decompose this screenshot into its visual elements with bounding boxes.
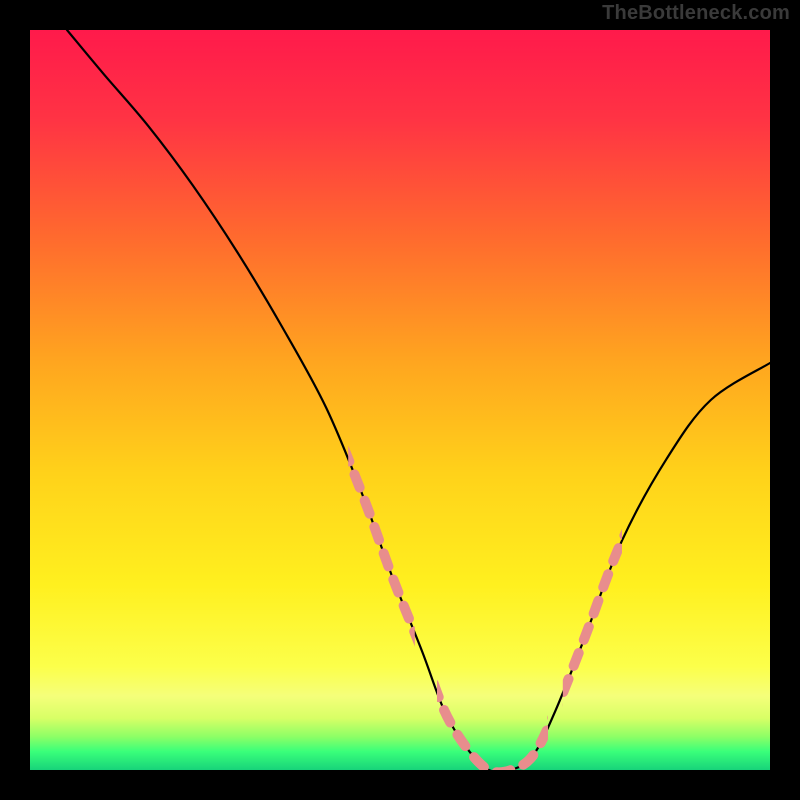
chart-stage: TheBottleneck.com: [0, 0, 800, 800]
chart-svg: [0, 0, 800, 800]
plot-background: [30, 30, 770, 770]
